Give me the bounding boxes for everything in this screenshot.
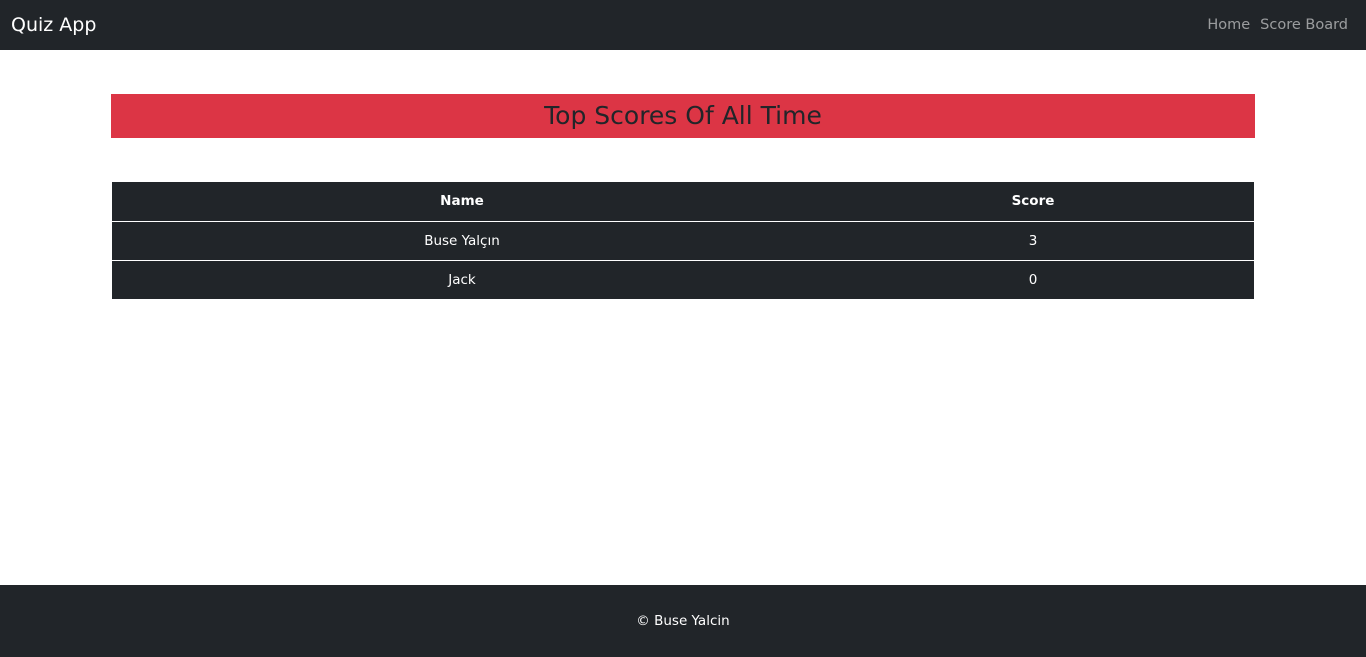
nav-links: Home Score Board: [1207, 16, 1348, 34]
scoreboard-table: Name Score Buse Yalçın 3 Jack 0: [112, 182, 1254, 299]
brand-link[interactable]: Quiz App: [11, 13, 96, 37]
title-banner: Top Scores Of All Time: [111, 94, 1255, 138]
table-row: Buse Yalçın 3: [112, 221, 1254, 261]
column-header-name: Name: [112, 182, 812, 222]
nav-link-home[interactable]: Home: [1207, 16, 1250, 34]
table-body: Buse Yalçın 3 Jack 0: [112, 221, 1254, 299]
footer: © Buse Yalcin: [0, 585, 1366, 657]
table-header: Name Score: [112, 182, 1254, 222]
navbar: Quiz App Home Score Board: [0, 0, 1366, 50]
cell-name: Buse Yalçın: [112, 221, 812, 261]
nav-link-score-board[interactable]: Score Board: [1260, 16, 1348, 34]
cell-score: 0: [1028, 271, 1038, 288]
table-row: Jack 0: [112, 260, 1254, 299]
column-header-score: Score: [812, 182, 1254, 222]
table-header-row: Name Score: [112, 182, 1254, 222]
copyright-text: © Buse Yalcin: [636, 613, 730, 629]
page-title: Top Scores Of All Time: [544, 101, 822, 130]
cell-score: 3: [812, 221, 1254, 261]
cell-name: Jack: [448, 271, 476, 288]
